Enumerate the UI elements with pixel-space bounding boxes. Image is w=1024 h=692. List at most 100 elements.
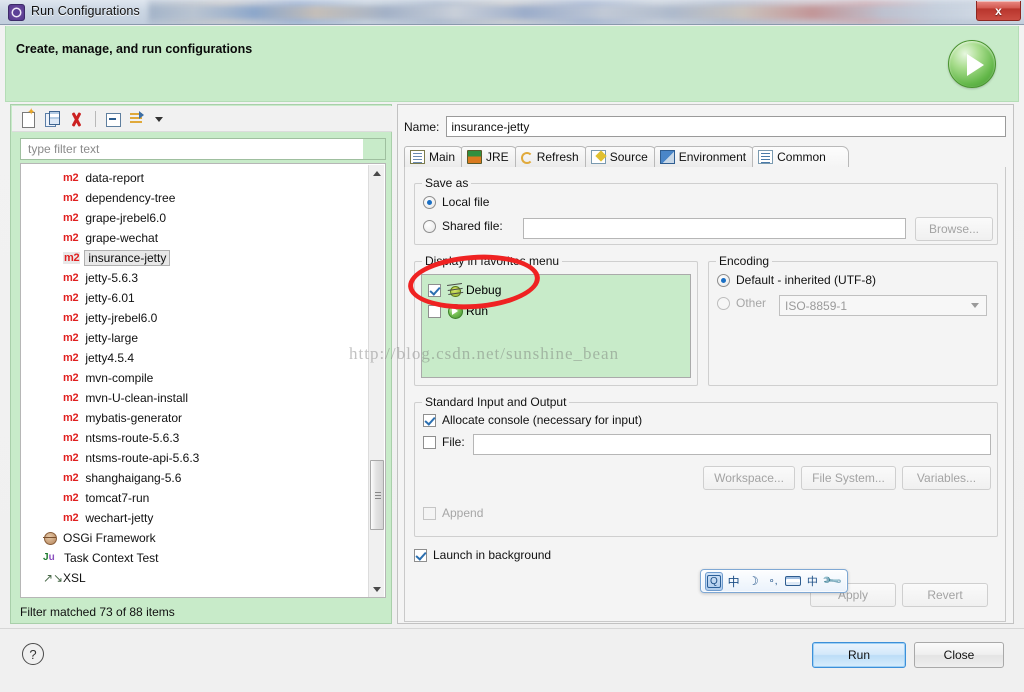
list-item[interactable]: m2 mvn-compile	[21, 368, 369, 388]
maven-m2-icon: m2	[63, 492, 79, 504]
local-file-radio[interactable]	[423, 195, 436, 209]
list-item-label: OSGi Framework	[63, 531, 156, 545]
ime-soft-keyboard-icon[interactable]	[784, 572, 802, 591]
help-icon[interactable]: ?	[22, 643, 44, 665]
tab-label: Environment	[678, 150, 747, 164]
ime-chinese-mode-icon[interactable]: 中	[725, 572, 743, 591]
tab-label: Source	[609, 150, 648, 164]
list-item[interactable]: m2 jetty-jrebel6.0	[21, 308, 369, 328]
encoding-default-radio[interactable]	[717, 273, 730, 287]
delete-configuration-icon[interactable]	[65, 108, 87, 130]
list-item[interactable]: m2 ntsms-route-api-5.6.3	[21, 448, 369, 468]
filter-clear-area[interactable]	[363, 139, 385, 159]
append-checkbox[interactable]	[423, 506, 436, 520]
ime-moon-icon[interactable]: ☽	[745, 572, 763, 591]
list-item[interactable]: m2 jetty-5.6.3	[21, 268, 369, 288]
scroll-up-arrow-icon[interactable]	[369, 165, 385, 182]
chevron-down-icon[interactable]	[150, 108, 172, 130]
ime-logo-icon[interactable]: Q	[705, 571, 723, 591]
list-item-osgi-framework[interactable]: OSGi Framework	[21, 528, 369, 548]
ime-traditional-toggle-icon[interactable]: 中	[804, 572, 822, 591]
shared-file-radio-row[interactable]: Shared file:	[423, 219, 503, 233]
ime-settings-wrench-icon[interactable]: 🔧	[821, 570, 843, 592]
eclipse-run-icon	[8, 4, 25, 21]
variables-button[interactable]: Variables...	[902, 466, 991, 490]
list-item[interactable]: m2 dependency-tree	[21, 188, 369, 208]
maven-m2-icon: m2	[63, 512, 79, 524]
standard-io-group: Standard Input and Output Allocate conso…	[414, 395, 998, 537]
tab-main[interactable]: Main	[404, 146, 465, 167]
toolbar-divider	[95, 110, 96, 127]
local-file-radio-row[interactable]: Local file	[423, 195, 489, 209]
run-checkbox[interactable]	[428, 304, 441, 318]
file-checkbox-row[interactable]: File:	[423, 435, 465, 449]
search-input[interactable]	[26, 140, 356, 158]
workspace-button[interactable]: Workspace...	[703, 466, 795, 490]
list-item[interactable]: m2 jetty-6.01	[21, 288, 369, 308]
list-item[interactable]: m2 wechart-jetty	[21, 508, 369, 528]
append-row[interactable]: Append	[423, 506, 483, 520]
list-item-label: wechart-jetty	[85, 511, 154, 525]
allocate-console-checkbox[interactable]	[423, 413, 436, 427]
launch-in-background-label: Launch in background	[433, 548, 552, 562]
maven-m2-icon: m2	[63, 372, 79, 384]
list-item[interactable]: m2 ntsms-route-5.6.3	[21, 428, 369, 448]
file-system-button[interactable]: File System...	[801, 466, 896, 490]
list-item[interactable]: m2 grape-wechat	[21, 228, 369, 248]
collapse-all-icon[interactable]	[102, 108, 124, 130]
run-configurations-dialog: Run Configurations x Create, manage, and…	[0, 0, 1024, 692]
shared-file-radio[interactable]	[423, 219, 436, 233]
list-item[interactable]: m2 data-report	[21, 168, 369, 188]
list-item[interactable]: m2 jetty-large	[21, 328, 369, 348]
list-item[interactable]: m2 mybatis-generator	[21, 408, 369, 428]
scrollbar-thumb[interactable]	[370, 460, 384, 530]
output-file-input[interactable]	[473, 434, 991, 455]
allocate-console-row[interactable]: Allocate console (necessary for input)	[423, 413, 642, 427]
tab-source[interactable]: Source	[584, 146, 657, 167]
favorites-list[interactable]: Debug Run	[421, 274, 691, 378]
revert-button[interactable]: Revert	[902, 583, 988, 607]
workspace-button-label: Workspace...	[714, 471, 784, 485]
name-input[interactable]	[446, 116, 1006, 137]
list-item-task-context-test[interactable]: Ju Task Context Test	[21, 548, 369, 568]
encoding-combobox[interactable]: ISO-8859-1	[779, 295, 987, 316]
favorite-run-label: Run	[466, 304, 489, 318]
encoding-other-row[interactable]: Other	[717, 296, 766, 310]
scroll-down-arrow-icon[interactable]	[369, 581, 385, 597]
window-close-button[interactable]: x	[976, 1, 1021, 21]
window-titlebar: Run Configurations x	[0, 0, 1024, 25]
list-item[interactable]: m2 grape-jrebel6.0	[21, 208, 369, 228]
debug-checkbox[interactable]	[428, 283, 441, 297]
launch-in-background-row[interactable]: Launch in background	[414, 548, 551, 562]
configurations-tree[interactable]: m2 data-report m2 dependency-tree m2 gra…	[20, 163, 386, 598]
filter-launch-configurations-icon[interactable]	[126, 108, 148, 130]
encoding-default-row[interactable]: Default - inherited (UTF-8)	[717, 273, 876, 287]
list-item[interactable]: m2 jetty4.5.4	[21, 348, 369, 368]
tab-label: Common	[777, 150, 826, 164]
list-item-xsl[interactable]: ↗↘ XSL	[21, 568, 369, 588]
list-item[interactable]: m2 tomcat7-run	[21, 488, 369, 508]
ime-toolbar[interactable]: Q 中 ☽ ∘, 中 🔧	[700, 569, 848, 593]
encoding-other-radio[interactable]	[717, 296, 730, 310]
tree-scrollbar[interactable]	[368, 165, 385, 597]
file-checkbox[interactable]	[423, 435, 436, 449]
browse-button[interactable]: Browse...	[915, 217, 993, 241]
new-configuration-icon[interactable]	[17, 107, 39, 130]
tab-refresh[interactable]: Refresh	[514, 146, 588, 167]
close-dialog-button[interactable]: Close	[914, 642, 1004, 668]
list-item[interactable]: m2 mvn-U-clean-install	[21, 388, 369, 408]
tab-jre[interactable]: JRE	[461, 146, 518, 167]
list-item-insurance-jetty[interactable]: m2 insurance-jetty	[21, 248, 369, 268]
list-item[interactable]: m2 shanghaigang-5.6	[21, 468, 369, 488]
tab-environment[interactable]: Environment	[653, 146, 756, 167]
shared-file-input[interactable]	[523, 218, 906, 239]
favorite-run-row[interactable]: Run	[428, 304, 489, 319]
favorite-debug-row[interactable]: Debug	[428, 283, 501, 297]
run-button[interactable]: Run	[812, 642, 906, 668]
duplicate-configuration-icon[interactable]	[41, 108, 63, 130]
ime-punctuation-icon[interactable]: ∘,	[764, 572, 782, 591]
tab-common[interactable]: Common	[752, 146, 849, 167]
save-as-group-title: Save as	[422, 176, 472, 190]
revert-button-label: Revert	[927, 588, 963, 602]
launch-in-background-checkbox[interactable]	[414, 548, 427, 562]
